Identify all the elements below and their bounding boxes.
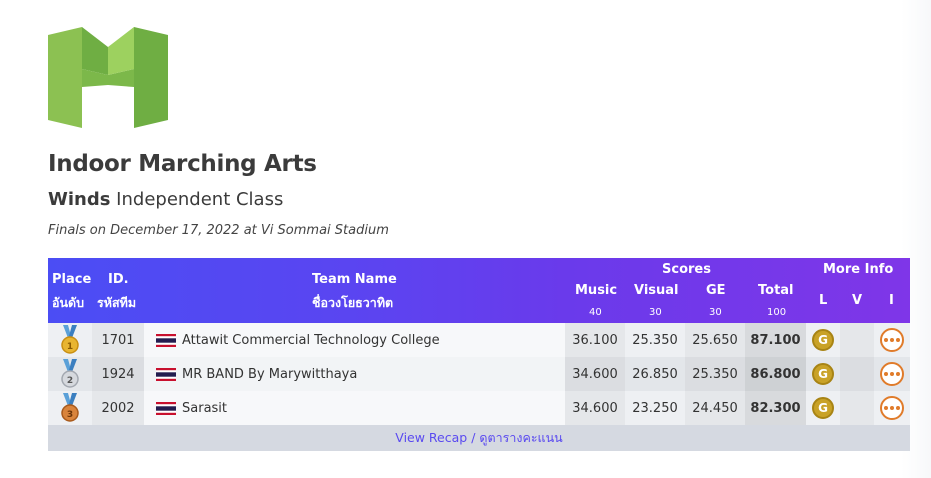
table-row: 2 1924 MR BAND By Marywitthaya 34.600 26… [48,357,910,391]
total-score: 87.100 [745,323,806,357]
dot-icon [884,338,888,342]
header-ge-max: 30 [709,307,722,318]
header-place: Place [52,272,92,287]
header-id: ID. [108,272,129,287]
ge-score: 24.450 [685,391,745,425]
l-cell: G [806,357,840,391]
thailand-flag-icon [156,367,176,381]
visual-score: 23.250 [632,400,678,416]
subtitle-rest: Independent Class [116,189,284,210]
music-score: 36.100 [565,323,625,357]
team-name: Attawit Commercial Technology College [182,332,440,348]
gold-award-badge[interactable]: G [812,363,834,385]
visual-score: 26.850 [632,366,678,382]
header-v: V [852,293,863,308]
view-recap-link[interactable]: View Recap / ดูตารางคะแนน [48,425,910,451]
dot-icon [896,406,900,410]
header-total-max: 100 [767,307,787,318]
ge-score: 25.650 [685,323,745,357]
i-cell [874,357,910,391]
gold-medal-icon: 1 [61,325,79,354]
header-ge: GE [706,283,726,298]
medal-number: 1 [67,342,73,352]
header-scores: Scores [662,262,711,277]
dot-icon [884,372,888,376]
place-cell: 1 [48,323,92,357]
indoor-marching-arts-logo [48,27,168,128]
team-id: 1701 [92,323,144,357]
team-name-cell: Attawit Commercial Technology College [144,323,565,357]
music-score: 34.600 [565,357,625,391]
visual-score: 25.350 [632,332,678,348]
header-team: Team Name [312,272,397,287]
header-l: L [819,293,828,308]
gold-award-badge[interactable]: G [812,329,834,351]
total-score: 86.800 [745,357,806,391]
team-name-cell: MR BAND By Marywitthaya [144,357,565,391]
v-cell [840,391,874,425]
more-info-button[interactable] [880,396,904,420]
results-table: Place อันดับ ID. รหัสทีม Team Name ชื่อว… [48,258,910,451]
header-i: I [889,293,894,308]
i-cell [874,323,910,357]
i-cell [874,391,910,425]
ge-score: 25.350 [685,357,745,391]
header-visual: Visual [634,283,679,298]
team-name: Sarasit [182,400,228,416]
subtitle-bold: Winds [48,189,111,210]
medal-number: 2 [67,376,73,386]
class-subtitle: Winds Independent Class [48,189,283,210]
v-cell [840,357,874,391]
dot-icon [896,372,900,376]
header-music: Music [575,283,618,298]
medal-number: 3 [67,410,73,420]
team-name-cell: Sarasit [144,391,565,425]
dot-icon [890,338,894,342]
event-line: Finals on December 17, 2022 at Vi Sommai… [48,223,389,238]
dot-icon [890,406,894,410]
silver-medal-icon: 2 [61,359,79,388]
gold-award-badge[interactable]: G [812,397,834,419]
bronze-medal-icon: 3 [61,393,79,422]
header-place-th: อันดับ [52,295,85,310]
team-id: 1924 [92,357,144,391]
l-cell: G [806,391,840,425]
music-score: 34.600 [565,391,625,425]
header-more-info: More Info [823,262,894,277]
table-header: Place อันดับ ID. รหัสทีม Team Name ชื่อว… [48,258,910,323]
team-name: MR BAND By Marywitthaya [182,366,358,382]
thailand-flag-icon [156,401,176,415]
more-info-button[interactable] [880,362,904,386]
total-score: 82.300 [745,391,806,425]
team-id: 2002 [92,391,144,425]
header-music-max: 40 [589,307,602,318]
table-row: 3 2002 Sarasit 34.600 23.250 24.450 82.3… [48,391,910,425]
l-cell: G [806,323,840,357]
page-title: Indoor Marching Arts [48,151,317,177]
dot-icon [896,338,900,342]
place-cell: 3 [48,391,92,425]
dot-icon [890,372,894,376]
header-team-th: ชื่อวงโยธวาทิต [312,295,394,310]
v-cell [840,323,874,357]
thailand-flag-icon [156,333,176,347]
place-cell: 2 [48,357,92,391]
header-total: Total [758,283,794,298]
header-visual-max: 30 [649,307,662,318]
dot-icon [884,406,888,410]
more-info-button[interactable] [880,328,904,352]
header-id-th: รหัสทีม [97,295,137,310]
table-row: 1 1701 Attawit Commercial Technology Col… [48,323,910,357]
